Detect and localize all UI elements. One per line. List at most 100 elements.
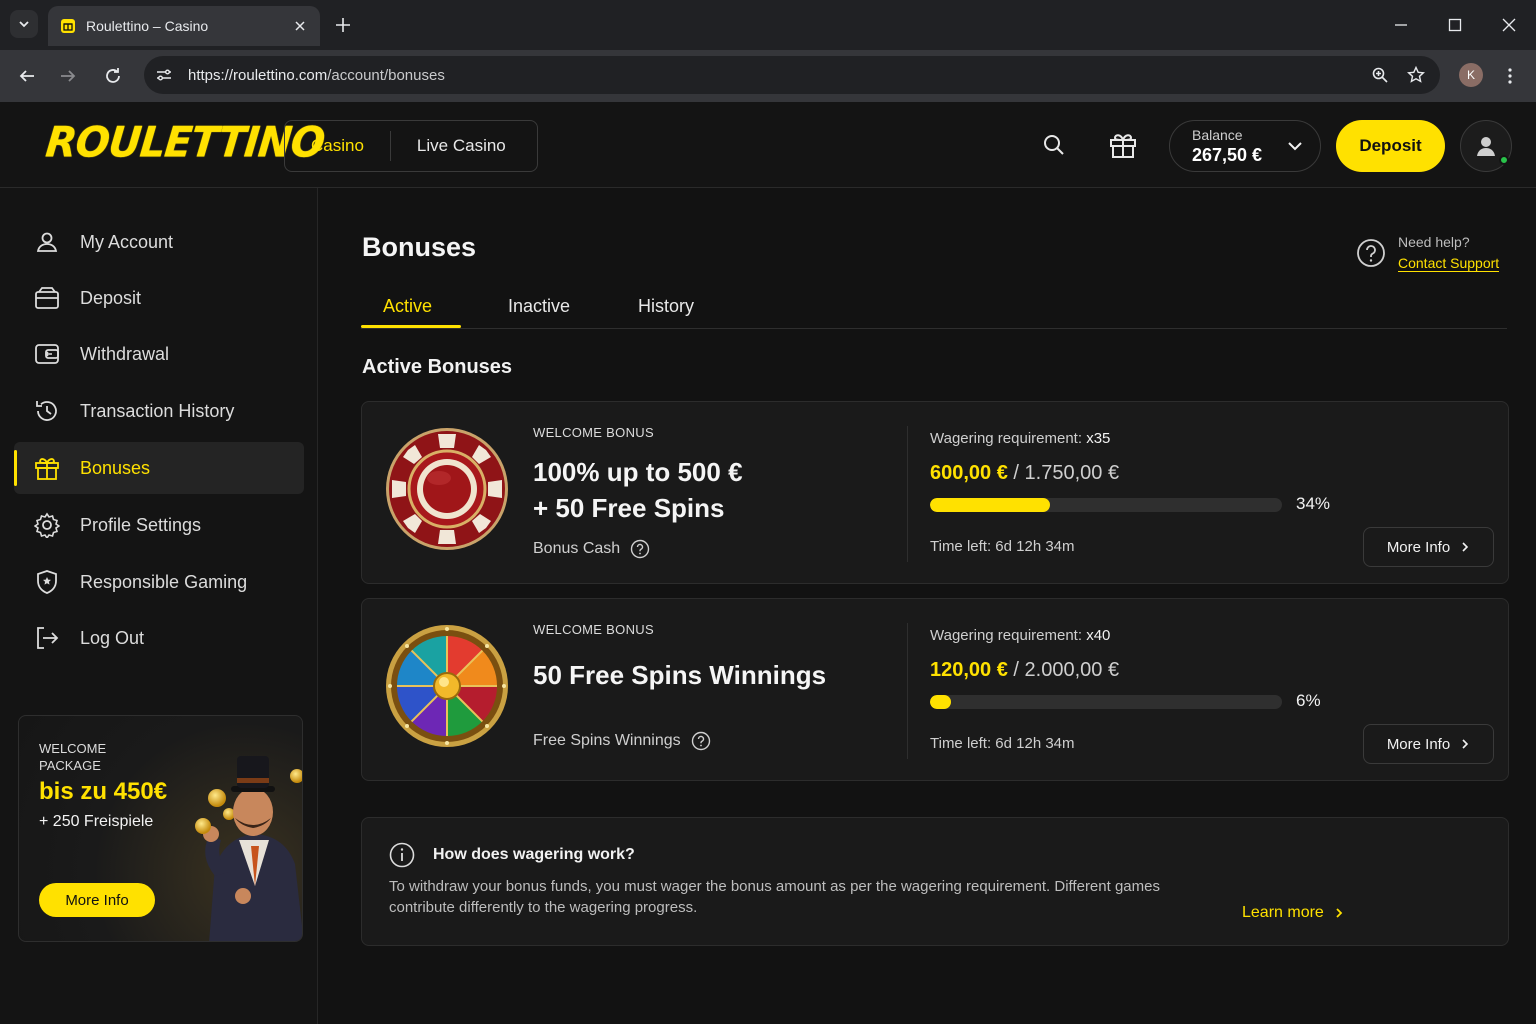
maximize-icon [1448, 18, 1462, 32]
card-divider [907, 426, 908, 562]
section-title: Active Bonuses [362, 356, 513, 378]
reload-icon [106, 68, 120, 83]
site-header: ROULETTINO Casino Live Casino Balance 26… [0, 102, 1536, 188]
contact-support-link[interactable]: Contact Support [1398, 255, 1500, 272]
nav-casino[interactable]: Casino [285, 136, 390, 156]
tab-inactive[interactable]: Inactive [508, 296, 570, 317]
address-bar[interactable]: https://roulettino.com/account/bonuses [144, 56, 1440, 94]
info-circle-icon [389, 842, 415, 868]
wagered-amount: 600,00 € [930, 462, 1008, 484]
sidebar-item-bonuses[interactable]: Bonuses [14, 442, 304, 494]
bonus-eyebrow: WELCOME BONUS [533, 622, 654, 637]
gentleman-mascot-illustration [195, 756, 302, 941]
wagering-value: x35 [1086, 430, 1111, 447]
game-type-switch: Casino Live Casino [284, 120, 538, 172]
casino-chip-illustration [386, 428, 508, 550]
tab-title: Roulettino – Casino [86, 18, 209, 34]
bonus-type-label: Bonus Cash [533, 540, 621, 557]
sidebar-item-transaction-history[interactable]: Transaction History [14, 385, 304, 437]
balance-value: 267,50 € [1192, 145, 1263, 165]
wagering-info-box: How does wagering work? To withdraw your… [361, 817, 1509, 946]
active-tab-indicator [361, 325, 461, 328]
chevron-right-icon [1462, 739, 1469, 749]
learn-more-link[interactable]: Learn more [1242, 904, 1344, 922]
arrow-right-icon [61, 70, 76, 82]
zoom-icon[interactable] [1370, 65, 1390, 85]
sidebar-item-withdrawal[interactable]: Withdrawal [14, 328, 304, 380]
page-title: Bonuses [362, 232, 477, 262]
browser-menu-icon[interactable] [1500, 62, 1520, 90]
wagering-progress-bar [930, 498, 1282, 512]
bonus-type-label: Free Spins Winnings [533, 732, 681, 749]
tab-list-button[interactable] [10, 10, 38, 38]
tab-active[interactable]: Active [383, 296, 432, 317]
withdraw-icon [33, 340, 61, 368]
nav-live-casino[interactable]: Live Casino [391, 136, 532, 156]
arrow-left-icon [19, 70, 34, 82]
wagering-amounts: 120,00 € / 2.000,00 € [930, 659, 1119, 682]
account-sidebar: My Account Deposit Withdrawal Transactio… [0, 188, 318, 1024]
tab-history[interactable]: History [638, 296, 694, 317]
browser-profile-avatar[interactable]: K [1459, 63, 1483, 87]
close-icon [1502, 18, 1516, 32]
new-tab-button[interactable] [330, 12, 356, 38]
progress-percent: 6% [1296, 691, 1321, 710]
search-icon [1044, 135, 1064, 155]
search-button[interactable] [1039, 129, 1069, 161]
gear-icon [33, 511, 61, 539]
user-menu-button[interactable] [1460, 120, 1512, 172]
bonus-tabs: Active Inactive History [361, 286, 1507, 329]
reload-button[interactable] [99, 62, 127, 90]
more-info-button[interactable]: More Info [1363, 527, 1494, 567]
close-window-button[interactable] [1494, 10, 1524, 40]
help-question: Need help? [1398, 234, 1470, 250]
maximize-button[interactable] [1440, 10, 1470, 40]
bookmark-star-icon[interactable] [1406, 65, 1426, 85]
browser-chrome: Roulettino – Casino https://roulettino.c… [0, 0, 1536, 102]
site-settings-icon[interactable] [154, 65, 174, 85]
sidebar-item-my-account[interactable]: My Account [14, 216, 304, 268]
wagering-requirement: Wagering requirement: x35 [930, 430, 1110, 447]
sidebar-item-label: Transaction History [80, 400, 235, 421]
close-tab-icon[interactable] [292, 18, 308, 34]
sidebar-item-label: Profile Settings [80, 514, 202, 535]
minimize-button[interactable] [1386, 10, 1416, 40]
back-button[interactable] [13, 62, 41, 90]
bonus-title-line2: + 50 Free Spins [533, 493, 725, 523]
sidebar-item-label: Bonuses [80, 457, 151, 478]
sidebar-item-log-out[interactable]: Log Out [14, 612, 304, 664]
more-info-label: More Info [1386, 538, 1451, 556]
sidebar-item-label: Log Out [80, 627, 145, 648]
deposit-button[interactable]: Deposit [1336, 120, 1445, 172]
wagering-label: Wagering requirement: [930, 627, 1083, 644]
browser-tab[interactable]: Roulettino – Casino [48, 6, 320, 46]
balance-dropdown[interactable]: Balance 267,50 € [1169, 120, 1321, 172]
question-circle-icon[interactable] [691, 731, 711, 751]
online-status-dot [1499, 155, 1509, 165]
question-circle-icon[interactable] [630, 539, 650, 559]
welcome-package-promo: WELCOME PACKAGE bis zu 450€ + 250 Freisp… [18, 715, 303, 942]
forward-button[interactable] [54, 62, 82, 90]
prize-wheel-illustration [386, 625, 508, 747]
bonus-type: Free Spins Winnings [533, 731, 711, 751]
gift-icon [33, 454, 61, 482]
target-amount: / 2.000,00 € [1013, 659, 1120, 681]
main-content: Bonuses Need help? Contact Support Activ… [318, 188, 1536, 1024]
progress-fill [930, 498, 1050, 512]
sidebar-item-responsible-gaming[interactable]: Responsible Gaming [14, 556, 304, 608]
gift-button[interactable] [1108, 129, 1138, 161]
time-left: Time left: 6d 12h 34m [930, 735, 1075, 752]
wagering-value: x40 [1086, 627, 1111, 644]
info-text: To withdraw your bonus funds, you must w… [389, 878, 1160, 916]
promo-more-info-button[interactable]: More Info [39, 883, 155, 917]
sidebar-item-deposit[interactable]: Deposit [14, 272, 304, 324]
sidebar-item-label: Withdrawal [80, 343, 170, 364]
more-info-label: More Info [1386, 735, 1451, 753]
wallet-icon [33, 284, 61, 312]
more-info-button[interactable]: More Info [1363, 724, 1494, 764]
history-icon [33, 397, 61, 425]
bonus-card: WELCOME BONUS 50 Free Spins Winnings Fre… [361, 598, 1509, 781]
learn-more-label: Learn more [1242, 904, 1324, 921]
sidebar-item-profile-settings[interactable]: Profile Settings [14, 499, 304, 551]
time-left: Time left: 6d 12h 34m [930, 538, 1075, 555]
